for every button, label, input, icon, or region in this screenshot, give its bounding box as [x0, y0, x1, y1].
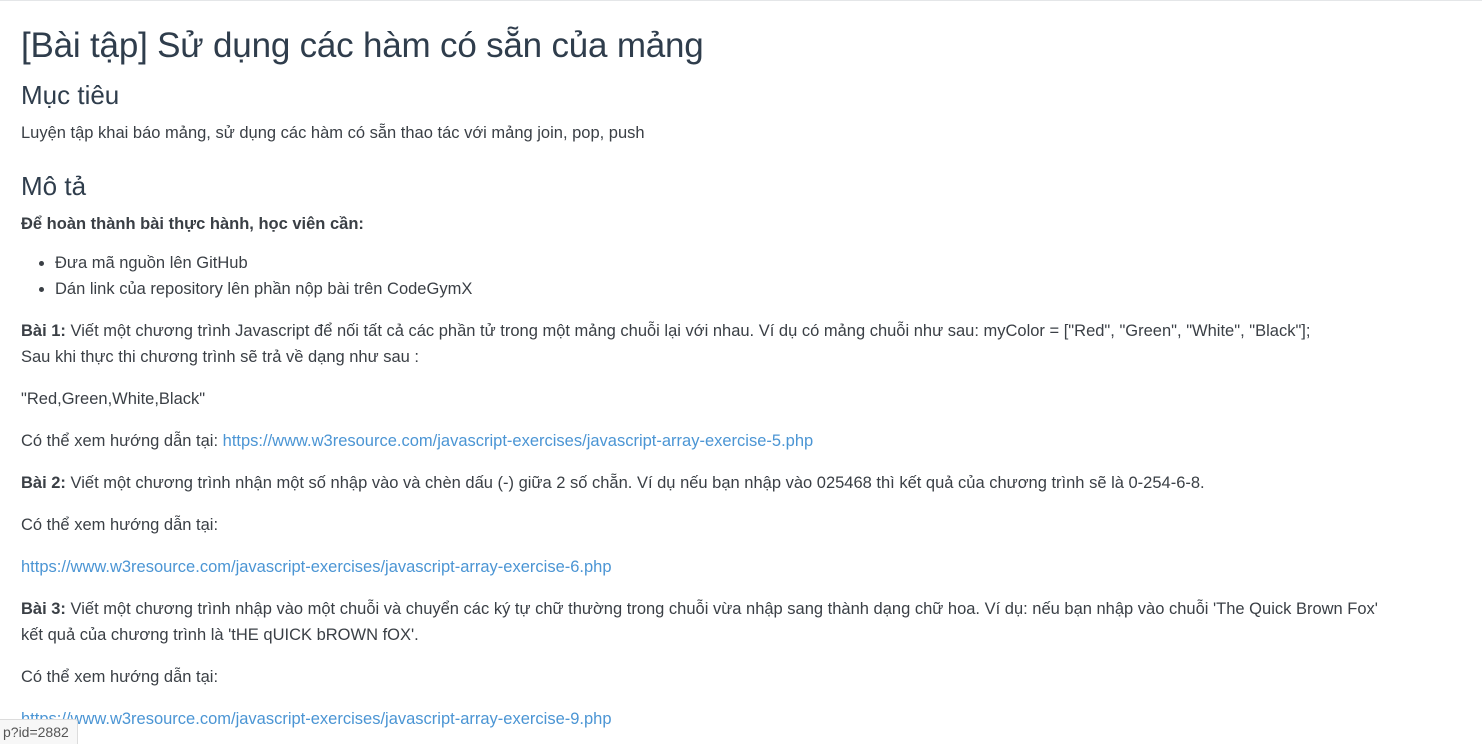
- exercise-3-text-2: kết quả của chương trình là 'tHE qUICK b…: [21, 626, 419, 644]
- exercise-3: Bài 3: Viết một chương trình nhập vào mộ…: [21, 596, 1471, 648]
- goal-heading: Mục tiêu: [21, 80, 120, 110]
- requirement-item: Dán link của repository lên phần nộp bài…: [55, 276, 1471, 302]
- exercise-3-guide: https://www.w3resource.com/javascript-ex…: [21, 706, 1471, 732]
- requirements-list: Đưa mã nguồn lên GitHub Dán link của rep…: [21, 250, 1471, 302]
- exercise-2: Bài 2: Viết một chương trình nhận một số…: [21, 470, 1471, 496]
- exercise-1: Bài 1: Viết một chương trình Javascript …: [21, 318, 1471, 370]
- requirement-item: Đưa mã nguồn lên GitHub: [55, 250, 1471, 276]
- exercise-3-text: Viết một chương trình nhập vào một chuỗi…: [65, 600, 1378, 618]
- exercise-2-guide-link[interactable]: https://www.w3resource.com/javascript-ex…: [21, 558, 612, 576]
- exercise-1-text: Viết một chương trình Javascript để nối …: [65, 322, 1311, 340]
- exercise-2-text: Viết một chương trình nhận một số nhập v…: [65, 474, 1205, 492]
- page-title: [Bài tập] Sử dụng các hàm có sẵn của mản…: [21, 26, 704, 65]
- browser-status-bar: p?id=2882: [0, 719, 78, 744]
- exercise-1-label: Bài 1:: [21, 322, 66, 340]
- description-heading: Mô tả: [21, 171, 87, 201]
- exercise-3-guide-prefix: Có thể xem hướng dẫn tại:: [21, 668, 219, 686]
- exercise-1-output: "Red,Green,White,Black": [21, 390, 206, 408]
- exercise-2-label: Bài 2:: [21, 474, 66, 492]
- goal-text: Luyện tập khai báo mảng, sử dụng các hàm…: [21, 124, 645, 142]
- exercise-2-guide-prefix: Có thể xem hướng dẫn tại:: [21, 516, 219, 534]
- exercise-1-guide-prefix: Có thể xem hướng dẫn tại:: [21, 432, 223, 450]
- requirements-lead: Để hoàn thành bài thực hành, học viên cầ…: [21, 215, 364, 233]
- exercise-1-guide-link[interactable]: https://www.w3resource.com/javascript-ex…: [223, 432, 814, 450]
- exercise-2-guide: https://www.w3resource.com/javascript-ex…: [21, 554, 1471, 580]
- exercise-1-text-2: Sau khi thực thi chương trình sẽ trả về …: [21, 348, 420, 366]
- exercise-3-label: Bài 3:: [21, 600, 66, 618]
- exercise-1-guide: Có thể xem hướng dẫn tại: https://www.w3…: [21, 428, 1471, 454]
- exercise-3-guide-link[interactable]: https://www.w3resource.com/javascript-ex…: [21, 710, 612, 728]
- exercise-article: [Bài tập] Sử dụng các hàm có sẵn của mản…: [21, 0, 1471, 732]
